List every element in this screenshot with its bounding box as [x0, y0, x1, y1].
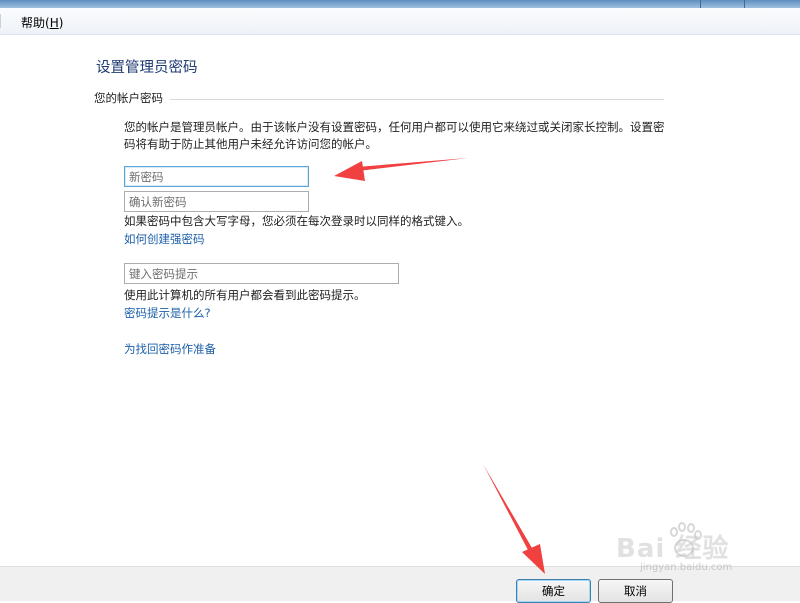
what-is-hint-link[interactable]: 密码提示是什么?	[124, 305, 211, 321]
account-description: 您的帐户是管理员帐户。由于该帐户没有设置密码，任何用户都可以使用它来绕过或关闭家…	[124, 120, 665, 151]
create-strong-password-link[interactable]: 如何创建强密码	[124, 231, 205, 247]
page-title: 设置管理员密码	[96, 60, 198, 76]
arrow-to-ok-button-icon	[483, 464, 545, 574]
window-edge-divider	[700, 0, 701, 8]
uppercase-note: 如果密码中包含大写字母，您必须在每次登录时以同样的格式键入。	[124, 214, 469, 228]
window-top-strip	[0, 0, 800, 8]
menu-bar: 帮助(H)	[0, 8, 800, 35]
password-hint-input[interactable]	[124, 263, 399, 284]
menu-help-label: 帮助(	[21, 16, 50, 30]
window-edge-divider	[744, 0, 745, 8]
menu-help-close-paren: )	[58, 16, 64, 30]
new-password-input[interactable]	[124, 166, 309, 187]
hint-visibility-note: 使用此计算机的所有用户都会看到此密码提示。	[124, 288, 366, 302]
ok-button[interactable]: 确定	[516, 579, 591, 603]
menu-help-accelerator: H	[49, 16, 59, 30]
watermark-url: jingyan.baidu.com	[640, 562, 733, 573]
menu-separator	[0, 14, 1, 28]
watermark-brand: Bai 经验	[616, 534, 730, 564]
section-label: 您的帐户密码	[94, 91, 163, 105]
menu-help[interactable]: 帮助(H)	[21, 14, 63, 31]
arrow-to-new-password-icon	[334, 158, 468, 181]
confirm-password-input[interactable]	[124, 191, 309, 212]
section-divider	[170, 99, 664, 100]
prepare-password-reset-link[interactable]: 为找回密码作准备	[124, 341, 216, 357]
